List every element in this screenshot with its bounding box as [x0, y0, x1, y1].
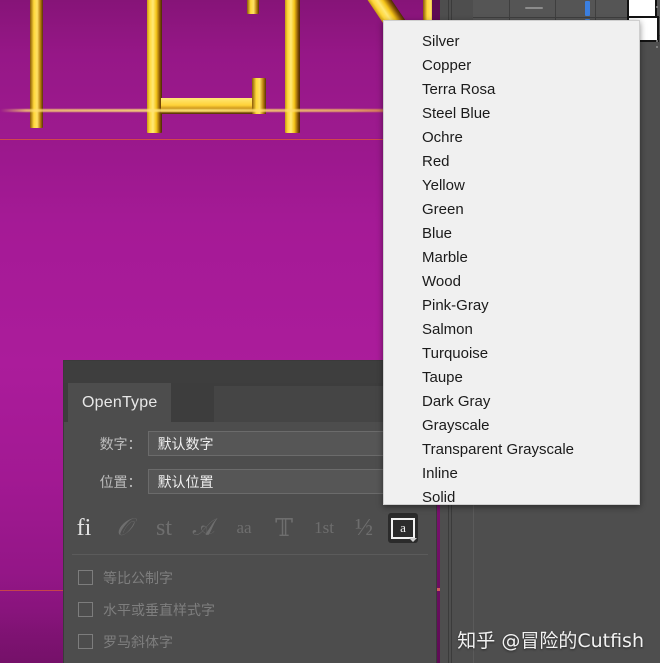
dropdown-item[interactable]: Red: [384, 150, 639, 174]
checkbox-label: 水平或垂直样式字: [103, 602, 215, 619]
dropdown-item[interactable]: Turquoise: [384, 342, 639, 366]
gold-lettering-artwork: [0, 0, 440, 143]
checkbox-box[interactable]: [78, 634, 93, 649]
dropdown-item[interactable]: Silver: [384, 30, 639, 54]
checkbox-proportional-metrics[interactable]: 等比公制字: [78, 562, 428, 593]
checkbox-label: 等比公制字: [103, 570, 173, 587]
swash-icon[interactable]: 𝒜: [184, 508, 224, 548]
checkbox-label: 罗马斜体字: [103, 634, 173, 651]
position-label: 位置：: [99, 474, 142, 491]
dropdown-item[interactable]: Marble: [384, 246, 639, 270]
panel-divider: [72, 554, 428, 555]
app-window: OpenType 数字： 默认数字 位置： 默认位置 fi 𝒪 st 𝒜 aa …: [0, 0, 660, 663]
dropdown-item[interactable]: Dark Gray: [384, 390, 639, 414]
contextual-alternates-icon[interactable]: 𝒪: [104, 508, 144, 548]
standard-ligatures-icon[interactable]: fi: [64, 508, 104, 548]
alternate-glyph-letter: a: [391, 517, 415, 539]
chevron-down-icon: [409, 538, 417, 542]
position-value: 默认位置: [157, 474, 214, 491]
tab-opentype[interactable]: OpenType: [68, 383, 172, 422]
dropdown-item-list: Silver Copper Terra Rosa Steel Blue Ochr…: [384, 30, 639, 504]
dropdown-item[interactable]: Terra Rosa: [384, 78, 639, 102]
field-row-position: 位置： 默认位置: [64, 466, 436, 497]
dropdown-item[interactable]: Ochre: [384, 126, 639, 150]
ordinals-icon[interactable]: 1st: [304, 508, 344, 548]
discretionary-ligatures-icon[interactable]: st: [144, 508, 184, 548]
figure-label: 数字：: [99, 436, 142, 453]
dropdown-item[interactable]: Salmon: [384, 318, 639, 342]
tab-opentype-label: OpenType: [82, 393, 158, 411]
dropdown-item[interactable]: Pink-Gray: [384, 294, 639, 318]
dropdown-item[interactable]: Copper: [384, 54, 639, 78]
dropdown-item[interactable]: Green: [384, 198, 639, 222]
graphic-style-dropdown[interactable]: Silver Copper Terra Rosa Steel Blue Ochr…: [383, 20, 640, 505]
fractions-icon[interactable]: ½: [344, 508, 384, 548]
dropdown-item[interactable]: Wood: [384, 270, 639, 294]
dropdown-item[interactable]: Solid: [384, 486, 639, 504]
panel-tabstrip: OpenType: [64, 383, 436, 422]
guide-line-top: [0, 139, 440, 140]
figure-value: 默认数字: [157, 436, 214, 453]
checkbox-box[interactable]: [78, 602, 93, 617]
panel-body: 数字： 默认数字 位置： 默认位置 fi 𝒪 st 𝒜 aa 𝕋 1st ½ a…: [64, 422, 436, 663]
dropdown-item[interactable]: Taupe: [384, 366, 639, 390]
dropdown-item[interactable]: Grayscale: [384, 414, 639, 438]
stylistic-alternates-icon[interactable]: aa: [224, 508, 264, 548]
alternate-glyph-icon[interactable]: a: [388, 513, 418, 543]
opentype-panel[interactable]: OpenType 数字： 默认数字 位置： 默认位置 fi 𝒪 st 𝒜 aa …: [64, 361, 436, 663]
dropdown-item[interactable]: Inline: [384, 462, 639, 486]
checkbox-roman-italics[interactable]: 罗马斜体字: [78, 626, 428, 657]
dropdown-item[interactable]: Steel Blue: [384, 102, 639, 126]
letter-baseline-shadow: [0, 109, 440, 112]
opentype-feature-toolbar: fi 𝒪 st 𝒜 aa 𝕋 1st ½ a: [64, 504, 436, 552]
panel-titlebar[interactable]: [64, 361, 436, 383]
dropdown-item[interactable]: Blue: [384, 222, 639, 246]
watermark: 知乎 @冒险的Cutfish: [457, 630, 644, 652]
checkbox-horizontal-vertical[interactable]: 水平或垂直样式字: [78, 594, 428, 625]
titling-alternates-icon[interactable]: 𝕋: [264, 508, 304, 548]
field-row-figure: 数字： 默认数字: [64, 428, 436, 459]
dropdown-item[interactable]: Yellow: [384, 174, 639, 198]
checkbox-box[interactable]: [78, 570, 93, 585]
dropdown-item[interactable]: Transparent Grayscale: [384, 438, 639, 462]
